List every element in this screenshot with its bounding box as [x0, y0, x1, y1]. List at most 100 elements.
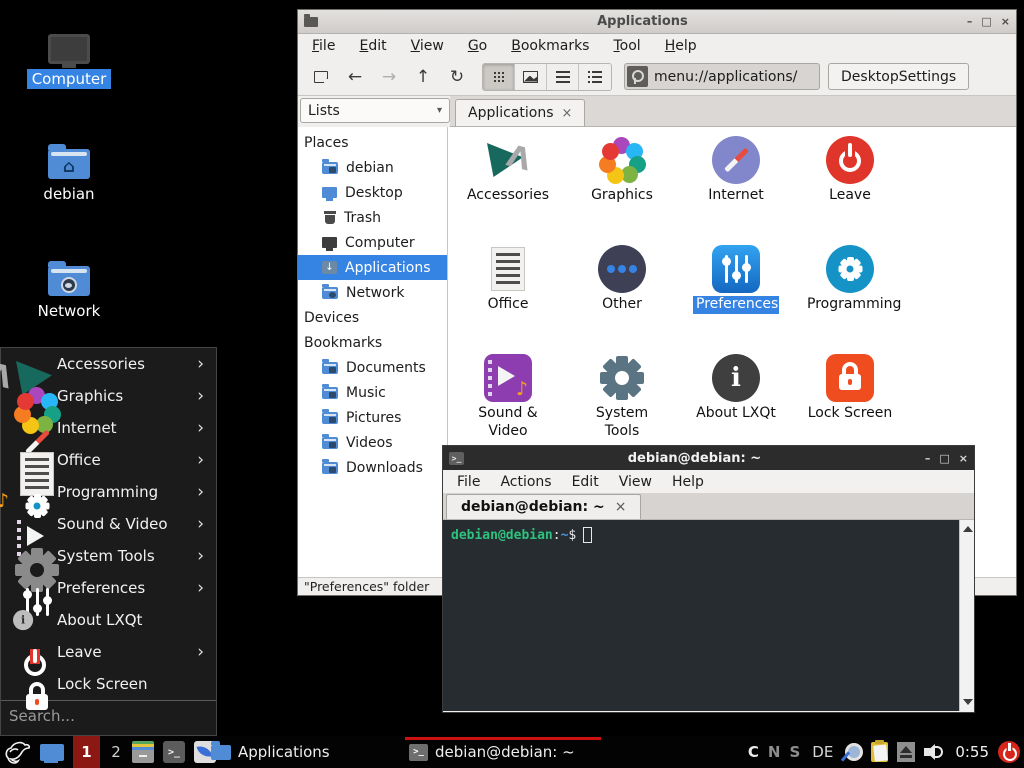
terminal-cursor	[583, 527, 592, 543]
desktop-icon-network[interactable]: Network	[23, 256, 115, 321]
desktop-settings-button[interactable]: DesktopSettings	[828, 63, 969, 90]
sidebar-item-computer[interactable]: Computer	[298, 230, 447, 255]
path-bar[interactable]: menu://applications/	[624, 63, 820, 90]
fm-titlebar[interactable]: Applications – □ ×	[298, 10, 1016, 34]
terminal-menu-help[interactable]: Help	[672, 474, 704, 490]
tab-close-icon[interactable]: ×	[562, 106, 573, 121]
up-button[interactable]: ↑	[408, 64, 438, 90]
terminal-titlebar[interactable]: >_ debian@debian: ~ – □ ×	[443, 446, 974, 470]
terminal-menu-actions[interactable]: Actions	[500, 474, 551, 490]
minimize-icon[interactable]: –	[925, 452, 931, 465]
menu-item-accessories[interactable]: Λ Accessories›	[1, 348, 216, 380]
folder-sound-video[interactable]: ♪ Sound & Video	[452, 354, 564, 440]
folder-programming[interactable]: Programming	[794, 245, 906, 314]
detailed-view-button[interactable]	[579, 64, 611, 90]
fm-menu-tool[interactable]: Tool	[613, 38, 640, 54]
desktop-icon-label: Network	[33, 301, 106, 321]
sidebar-item-applications[interactable]: ↓Applications	[298, 255, 447, 280]
forward-button[interactable]: →	[374, 64, 404, 90]
maximize-icon[interactable]: □	[981, 15, 991, 28]
removable-media-icon[interactable]	[897, 742, 915, 762]
close-icon[interactable]: ×	[959, 452, 968, 465]
sidebar-item-network[interactable]: Network	[298, 280, 447, 305]
file-manager-launcher[interactable]	[132, 741, 154, 763]
folder-internet[interactable]: Internet	[680, 136, 792, 205]
power-button[interactable]	[998, 741, 1020, 763]
sidebar-item-documents[interactable]: Documents	[298, 355, 447, 380]
sidebar-item-music[interactable]: Music	[298, 380, 447, 405]
sidebar-item-desktop[interactable]: Desktop	[298, 180, 447, 205]
terminal-launcher[interactable]: >_	[163, 741, 185, 763]
fm-menu-view[interactable]: View	[411, 38, 444, 54]
desktop-icon-debian[interactable]: ⌂ debian	[23, 139, 115, 204]
about-icon: i	[13, 610, 33, 630]
maximize-icon[interactable]: □	[939, 452, 949, 465]
terminal-menu-edit[interactable]: Edit	[572, 474, 599, 490]
network-folder-icon	[322, 287, 338, 299]
network-folder-icon	[48, 266, 90, 296]
icon-view-button[interactable]	[483, 64, 515, 90]
folder-lock-screen[interactable]: Lock Screen	[794, 354, 906, 423]
folder-office[interactable]: Office	[452, 245, 564, 314]
task-applications[interactable]: Applications	[207, 736, 357, 768]
thumbnail-view-button[interactable]	[515, 64, 547, 90]
folder-preferences[interactable]: Preferences	[680, 245, 792, 314]
folder-other[interactable]: Other	[566, 245, 678, 314]
terminal-tab[interactable]: debian@debian: ~ ×	[446, 494, 641, 519]
keyboard-layout-indicator[interactable]: DE	[812, 743, 833, 761]
minimize-icon[interactable]: –	[967, 15, 973, 28]
home-folder-icon: ⌂	[48, 149, 90, 179]
prompt-user-host: debian@debian	[451, 528, 553, 543]
new-tab-button[interactable]: +	[306, 64, 336, 90]
fm-menu-go[interactable]: Go	[468, 38, 487, 54]
clipboard-tray-icon[interactable]	[871, 742, 888, 762]
close-icon[interactable]: ×	[1001, 15, 1010, 28]
fm-menu-edit[interactable]: Edit	[359, 38, 386, 54]
folder-leave[interactable]: Leave	[794, 136, 906, 205]
fm-menu-bookmarks[interactable]: Bookmarks	[511, 38, 589, 54]
submenu-arrow-icon: ›	[197, 642, 204, 662]
workspace-1-button[interactable]: 1	[73, 736, 100, 768]
task-terminal[interactable]: >_ debian@debian: ~	[405, 736, 601, 768]
lxqt-menu-button[interactable]	[4, 739, 31, 765]
fm-menu-help[interactable]: Help	[665, 38, 697, 54]
terminal-scrollbar[interactable]	[959, 520, 974, 711]
folder-system-tools[interactable]: System Tools	[566, 354, 678, 440]
scroll-up-icon[interactable]	[963, 526, 973, 532]
home-folder-icon	[322, 162, 338, 174]
sound-video-icon: ♪	[13, 514, 33, 534]
back-button[interactable]: ←	[340, 64, 370, 90]
desktop-icon-computer[interactable]: Computer	[23, 24, 115, 89]
compact-view-button[interactable]	[547, 64, 579, 90]
menu-item-leave[interactable]: Leave›	[1, 636, 216, 668]
show-desktop-icon[interactable]	[40, 744, 64, 761]
sidebar-mode-combobox[interactable]: Lists ▾	[300, 98, 450, 123]
tab-close-icon[interactable]: ×	[615, 499, 627, 515]
sidebar-item-videos[interactable]: Videos	[298, 430, 447, 455]
clock[interactable]: 0:55	[955, 743, 989, 761]
folder-accessories[interactable]: Λ Accessories	[452, 136, 564, 205]
graphics-icon	[598, 136, 646, 184]
sidebar-item-pictures[interactable]: Pictures	[298, 405, 447, 430]
preferences-icon	[13, 578, 33, 598]
sidebar-item-debian[interactable]: debian	[298, 155, 447, 180]
fm-tab-applications[interactable]: Applications ×	[455, 99, 585, 126]
volume-icon[interactable]	[924, 743, 946, 761]
terminal-content[interactable]: debian@debian:~$	[443, 520, 974, 711]
scroll-down-icon[interactable]	[963, 699, 973, 705]
folder-about-lxqt[interactable]: i About LXQt	[680, 354, 792, 423]
workspace-2-button[interactable]: 2	[109, 743, 123, 761]
screenshot-tray-icon[interactable]	[842, 742, 862, 762]
sidebar-item-trash[interactable]: Trash	[298, 205, 447, 230]
sidebar-item-downloads[interactable]: Downloads	[298, 455, 447, 480]
terminal-menu-view[interactable]: View	[619, 474, 652, 490]
num-lock-indicator: N	[768, 743, 781, 761]
sidebar-header-bookmarks: Bookmarks	[298, 330, 447, 355]
folder-graphics[interactable]: Graphics	[566, 136, 678, 205]
reload-button[interactable]: ↻	[442, 64, 472, 90]
desktop-icon-label: Computer	[27, 69, 112, 89]
trash-icon	[324, 211, 336, 224]
fm-menu-file[interactable]: File	[312, 38, 335, 54]
documents-folder-icon	[322, 362, 338, 374]
terminal-menu-file[interactable]: File	[457, 474, 480, 490]
